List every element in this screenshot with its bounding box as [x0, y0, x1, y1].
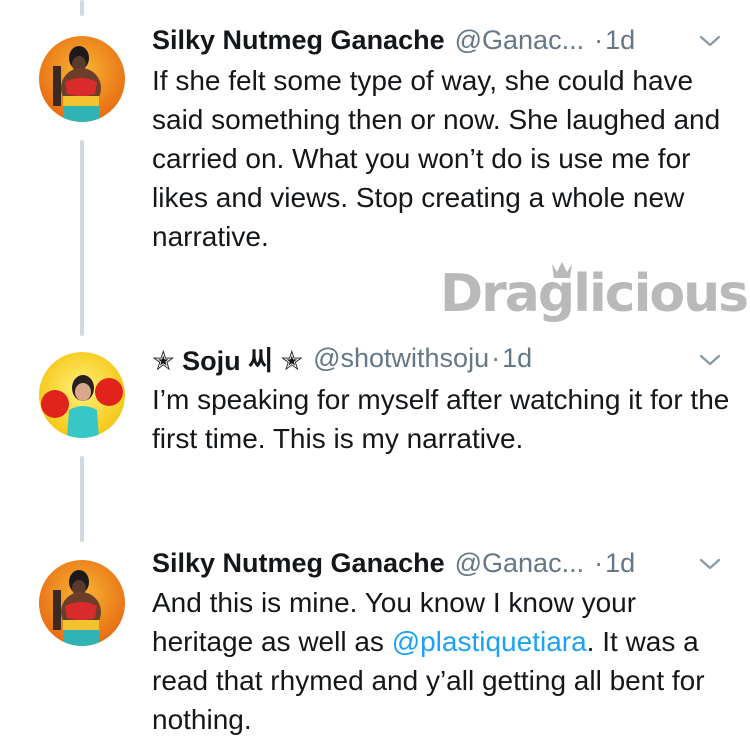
mention-link[interactable]: @plastiquetiara — [392, 626, 587, 657]
chevron-down-icon[interactable] — [698, 348, 722, 372]
tweet-header: Silky Nutmeg Ganache @Ganac... · 1d — [152, 545, 726, 581]
thread-line-top — [80, 0, 84, 16]
timestamp[interactable]: 1d — [502, 343, 532, 374]
separator-dot: · — [594, 24, 604, 55]
handle[interactable]: @shotwithsoju — [313, 343, 489, 374]
display-name[interactable]: Silky Nutmeg Ganache — [152, 25, 445, 56]
watermark-logo: Draglicious — [440, 258, 749, 348]
thread-line-1 — [80, 140, 84, 336]
watermark-text: Draglicious — [440, 264, 749, 324]
display-name[interactable]: Silky Nutmeg Ganache — [152, 548, 445, 579]
handle[interactable]: @Ganac... — [455, 25, 584, 56]
avatar[interactable] — [39, 36, 125, 122]
separator-dot: · — [491, 342, 501, 373]
avatar[interactable] — [39, 352, 125, 438]
separator-dot: · — [594, 547, 604, 578]
avatar-soju-image — [39, 352, 125, 438]
chevron-down-icon[interactable] — [698, 552, 722, 576]
timestamp[interactable]: 1d — [605, 25, 635, 56]
avatar-silky-image — [39, 36, 125, 122]
tweet-text: I’m speaking for myself after watching i… — [152, 384, 730, 454]
avatar[interactable] — [39, 560, 125, 646]
display-name[interactable]: ✭ Soju 씨 ✭ — [152, 339, 303, 378]
chevron-down-icon[interactable] — [698, 29, 722, 53]
tweet-header: Silky Nutmeg Ganache @Ganac... · 1d — [152, 22, 726, 58]
handle[interactable]: @Ganac... — [455, 548, 584, 579]
timestamp[interactable]: 1d — [605, 548, 635, 579]
tweet-text: If she felt some type of way, she could … — [152, 65, 721, 252]
thread-line-2 — [80, 456, 84, 542]
tweet-text: And this is mine. You know I know your h… — [152, 583, 732, 739]
avatar-silky-image — [39, 560, 125, 646]
tweet-header: ✭ Soju 씨 ✭ @shotwithsoju · 1d — [152, 340, 726, 376]
